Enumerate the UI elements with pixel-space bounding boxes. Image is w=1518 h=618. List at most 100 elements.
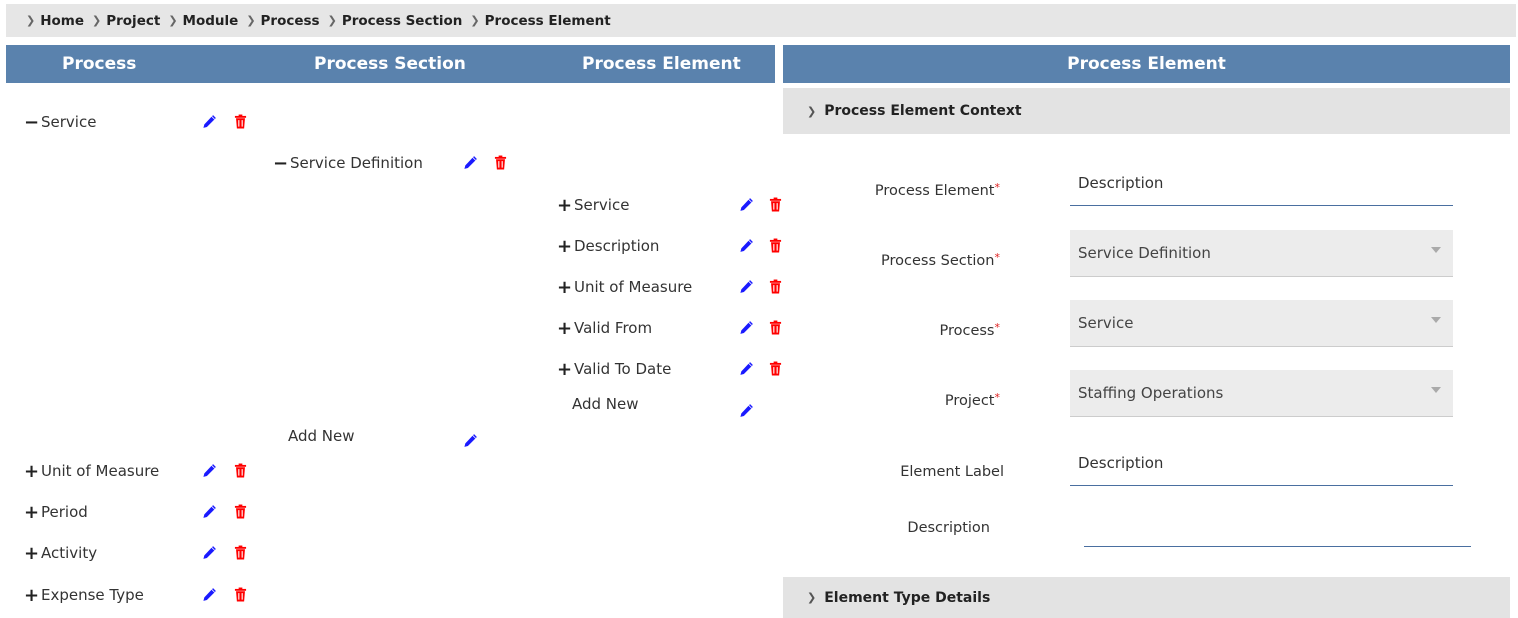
tree-item-label[interactable]: Valid From [574, 319, 652, 337]
trash-icon[interactable] [769, 361, 782, 380]
pencil-icon[interactable] [739, 361, 754, 380]
tree-element-valid-to-date[interactable]: + Valid To Date [557, 356, 671, 382]
process-section-label: Process Section* [881, 251, 1001, 269]
breadcrumb: ❯ Home ❯ Project ❯ Module ❯ Process ❯ Process… [6, 4, 1516, 37]
chevron-right-icon: ❯ [470, 14, 480, 27]
pencil-icon[interactable] [202, 587, 217, 606]
tree-section-service-definition[interactable]: − Service Definition [273, 150, 423, 176]
caret-down-icon [1431, 317, 1441, 323]
element-label-field[interactable]: Description [1070, 440, 1453, 486]
tree-item-label[interactable]: Service [574, 196, 629, 214]
description-field[interactable] [1084, 501, 1471, 547]
add-new-section-link[interactable]: Add New [288, 427, 355, 445]
collapse-toggle-icon[interactable]: − [24, 112, 41, 133]
expand-toggle-icon[interactable]: + [557, 195, 574, 216]
tree-element-valid-from[interactable]: + Valid From [557, 315, 652, 341]
tree-process-expense-type[interactable]: + Expense Type [24, 582, 144, 608]
chevron-right-icon: ❯ [26, 14, 36, 27]
required-mark: * [994, 321, 1001, 334]
pencil-icon[interactable] [202, 504, 217, 523]
tree-item-label[interactable]: Valid To Date [574, 360, 671, 378]
required-mark: * [994, 181, 1001, 194]
tree-item-label[interactable]: Expense Type [41, 586, 144, 604]
pencil-icon[interactable] [463, 433, 478, 452]
tree-item-label[interactable]: Service [41, 113, 96, 131]
trash-icon[interactable] [234, 114, 247, 129]
section-title[interactable]: Element Type Details [824, 590, 990, 606]
expand-toggle-icon[interactable]: + [557, 277, 574, 298]
tree-item-label[interactable]: Activity [41, 544, 97, 562]
trash-icon[interactable] [234, 545, 247, 564]
tree-header: Process Process Section Process Element [6, 45, 775, 83]
tree-process-period[interactable]: + Period [24, 499, 88, 525]
trash-icon[interactable] [769, 320, 782, 339]
tree-element-service[interactable]: + Service [557, 192, 629, 218]
trash-icon[interactable] [494, 155, 507, 174]
trash-icon[interactable] [234, 587, 247, 606]
trash-icon[interactable] [769, 279, 782, 298]
description-label: Description [907, 520, 990, 536]
process-element-context-section[interactable]: ❯ Process Element Context [783, 88, 1510, 134]
tree-item-label[interactable]: Unit of Measure [41, 462, 159, 480]
breadcrumb-process[interactable]: ❯ Process [246, 13, 319, 29]
project-select[interactable]: Staffing Operations [1070, 370, 1453, 417]
chevron-right-icon: ❯ [807, 104, 817, 118]
tree-item-label[interactable]: Period [41, 503, 88, 521]
form-title: Process Element [783, 45, 1510, 83]
pencil-icon[interactable] [202, 114, 217, 129]
required-mark: * [994, 391, 1001, 404]
tree-element-unit-of-measure[interactable]: + Unit of Measure [557, 274, 692, 300]
pencil-icon[interactable] [739, 197, 754, 216]
tree-process-service[interactable]: − Service [24, 109, 96, 135]
collapse-toggle-icon[interactable]: − [273, 153, 290, 174]
section-title[interactable]: Process Element Context [824, 103, 1021, 119]
pencil-icon[interactable] [739, 238, 754, 257]
chevron-right-icon: ❯ [807, 591, 817, 604]
trash-icon[interactable] [769, 197, 782, 216]
column-header-process: Process [62, 54, 137, 74]
pencil-icon[interactable] [202, 545, 217, 564]
add-new-element-link[interactable]: Add New [572, 395, 639, 413]
pencil-icon[interactable] [739, 403, 754, 422]
trash-icon[interactable] [769, 238, 782, 257]
project-label: Project* [944, 391, 1001, 409]
caret-down-icon [1431, 247, 1441, 253]
chevron-right-icon: ❯ [327, 14, 337, 27]
chevron-right-icon: ❯ [168, 14, 178, 27]
element-type-details-section[interactable]: ❯ Element Type Details [783, 577, 1510, 618]
trash-icon[interactable] [234, 504, 247, 523]
column-header-process-element: Process Element [582, 54, 741, 74]
pencil-icon[interactable] [202, 463, 217, 482]
element-label-label: Element Label [900, 464, 1004, 480]
expand-toggle-icon[interactable]: + [24, 502, 41, 523]
pencil-icon[interactable] [739, 320, 754, 339]
tree-item-label[interactable]: Unit of Measure [574, 278, 692, 296]
tree-item-label[interactable]: Description [574, 237, 659, 255]
tree-process-activity[interactable]: + Activity [24, 540, 97, 566]
tree-process-unit-of-measure[interactable]: + Unit of Measure [24, 458, 159, 484]
breadcrumb-module[interactable]: ❯ Module [168, 13, 238, 29]
column-header-process-section: Process Section [314, 54, 466, 74]
process-section-select[interactable]: Service Definition [1070, 230, 1453, 277]
tree-item-label[interactable]: Service Definition [290, 154, 423, 172]
trash-icon[interactable] [234, 463, 247, 482]
expand-toggle-icon[interactable]: + [24, 585, 41, 606]
process-element-field[interactable]: Description [1070, 160, 1453, 206]
expand-toggle-icon[interactable]: + [557, 359, 574, 380]
process-select[interactable]: Service [1070, 300, 1453, 347]
expand-toggle-icon[interactable]: + [24, 461, 41, 482]
pencil-icon[interactable] [739, 279, 754, 298]
required-mark: * [994, 251, 1001, 264]
chevron-right-icon: ❯ [92, 14, 102, 27]
breadcrumb-process-section[interactable]: ❯ Process Section [328, 13, 463, 29]
breadcrumb-home[interactable]: ❯ Home [26, 13, 84, 29]
chevron-right-icon: ❯ [246, 14, 256, 27]
breadcrumb-process-element: ❯ Process Element [470, 12, 611, 29]
pencil-icon[interactable] [463, 155, 478, 174]
expand-toggle-icon[interactable]: + [557, 318, 574, 339]
expand-toggle-icon[interactable]: + [24, 543, 41, 564]
breadcrumb-project[interactable]: ❯ Project [92, 13, 160, 29]
expand-toggle-icon[interactable]: + [557, 236, 574, 257]
tree-element-description[interactable]: + Description [557, 233, 659, 259]
process-element-label: Process Element* [874, 181, 1001, 199]
